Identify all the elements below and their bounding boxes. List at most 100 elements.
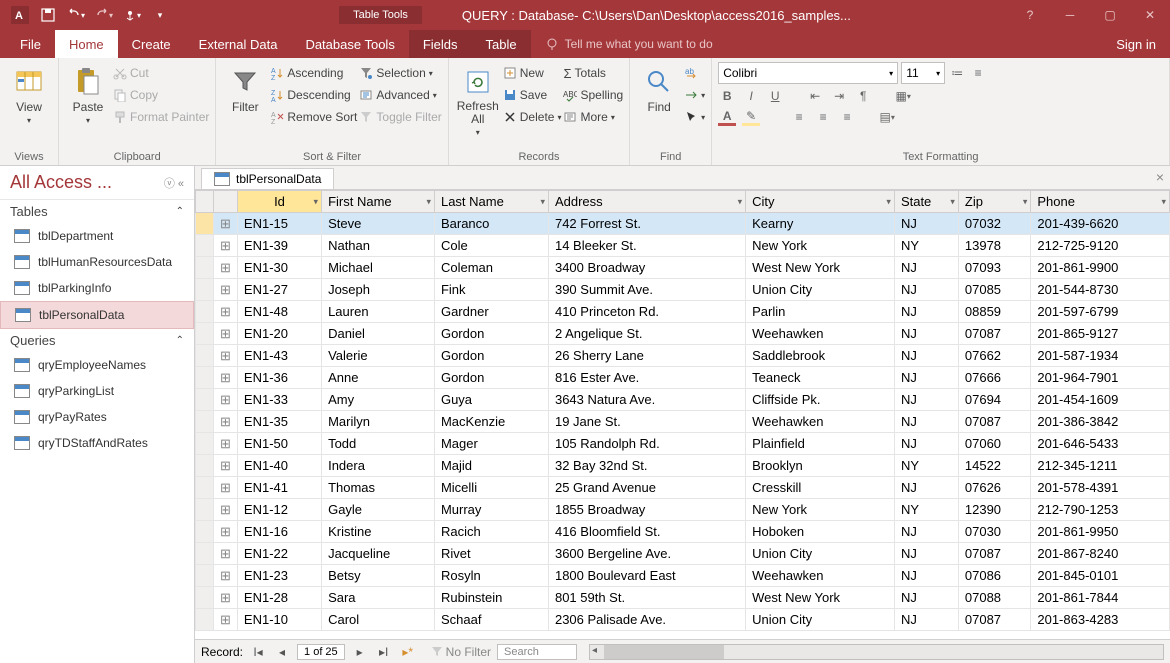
selection-button[interactable]: Selection ▾	[359, 62, 441, 84]
cell[interactable]: Majid	[434, 455, 548, 477]
column-header-id[interactable]: Id▾	[237, 191, 321, 213]
cell[interactable]: 26 Sherry Lane	[548, 345, 745, 367]
nav-pane-header[interactable]: All Access ... ⓥ «	[0, 166, 194, 200]
cell[interactable]: Valerie	[322, 345, 435, 367]
table-row[interactable]: ⊞EN1-36AnneGordon816 Ester Ave.TeaneckNJ…	[196, 367, 1170, 389]
cell[interactable]: NJ	[894, 565, 958, 587]
nav-table-tblparkinginfo[interactable]: tblParkingInfo	[0, 275, 194, 301]
cell[interactable]: 19 Jane St.	[548, 411, 745, 433]
cell[interactable]: EN1-15	[237, 213, 321, 235]
cell[interactable]: Fink	[434, 279, 548, 301]
cell[interactable]: Weehawken	[746, 323, 895, 345]
cell[interactable]: 07087	[958, 323, 1030, 345]
find-button[interactable]: Find	[636, 62, 682, 149]
save-icon[interactable]	[36, 3, 60, 27]
cell[interactable]: Teaneck	[746, 367, 895, 389]
cell[interactable]: Rubinstein	[434, 587, 548, 609]
cell[interactable]: NJ	[894, 301, 958, 323]
column-header-address[interactable]: Address▾	[548, 191, 745, 213]
cell[interactable]: New York	[746, 235, 895, 257]
cell[interactable]: 390 Summit Ave.	[548, 279, 745, 301]
font-selector[interactable]: Colibri▾	[718, 62, 898, 84]
italic-button[interactable]: I	[742, 87, 760, 105]
app-icon[interactable]: A	[8, 3, 32, 27]
cell[interactable]: 2 Angelique St.	[548, 323, 745, 345]
cell[interactable]: NJ	[894, 543, 958, 565]
cell[interactable]: Coleman	[434, 257, 548, 279]
tab-create[interactable]: Create	[118, 30, 185, 58]
cell[interactable]: EN1-43	[237, 345, 321, 367]
tab-table[interactable]: Table	[472, 30, 531, 58]
cell[interactable]: Steve	[322, 213, 435, 235]
font-color-button[interactable]: A	[718, 108, 736, 126]
no-filter-indicator[interactable]: No Filter	[431, 645, 491, 659]
new-record-nav-button[interactable]: ▸*	[399, 645, 417, 659]
touch-mode-icon[interactable]: ▾	[120, 3, 144, 27]
cell[interactable]: 201-386-3842	[1031, 411, 1170, 433]
toggle-filter-button[interactable]: Toggle Filter	[359, 106, 441, 128]
column-header-phone[interactable]: Phone▾	[1031, 191, 1170, 213]
cell[interactable]: 2306 Palisade Ave.	[548, 609, 745, 631]
cell[interactable]: EN1-35	[237, 411, 321, 433]
cell[interactable]: Marilyn	[322, 411, 435, 433]
cell[interactable]: NY	[894, 499, 958, 521]
nav-query-qryparkinglist[interactable]: qryParkingList	[0, 378, 194, 404]
cell[interactable]: 201-861-9950	[1031, 521, 1170, 543]
expand-row-button[interactable]: ⊞	[214, 257, 238, 279]
record-position[interactable]: 1 of 25	[297, 644, 345, 660]
cell[interactable]: 07032	[958, 213, 1030, 235]
format-painter-button[interactable]: Format Painter	[113, 106, 209, 128]
cell[interactable]: 32 Bay 32nd St.	[548, 455, 745, 477]
cell[interactable]: West New York	[746, 257, 895, 279]
cell[interactable]: 3600 Bergeline Ave.	[548, 543, 745, 565]
cell[interactable]: EN1-20	[237, 323, 321, 345]
cell[interactable]: Schaaf	[434, 609, 548, 631]
qat-customize-icon[interactable]: ▾	[148, 3, 172, 27]
cell[interactable]: 07666	[958, 367, 1030, 389]
table-row[interactable]: ⊞EN1-39NathanCole14 Bleeker St.New YorkN…	[196, 235, 1170, 257]
cell[interactable]: EN1-27	[237, 279, 321, 301]
row-selector[interactable]	[196, 411, 214, 433]
table-row[interactable]: ⊞EN1-48LaurenGardner410 Princeton Rd.Par…	[196, 301, 1170, 323]
redo-icon[interactable]: ▾	[92, 3, 116, 27]
cell[interactable]: Gordon	[434, 323, 548, 345]
cell[interactable]: 25 Grand Avenue	[548, 477, 745, 499]
align-center-button[interactable]: ≡	[814, 108, 832, 126]
table-row[interactable]: ⊞EN1-41ThomasMicelli25 Grand AvenueCress…	[196, 477, 1170, 499]
table-row[interactable]: ⊞EN1-16KristineRacich416 Bloomfield St.H…	[196, 521, 1170, 543]
cell[interactable]: West New York	[746, 587, 895, 609]
descending-button[interactable]: ZADescending	[270, 84, 357, 106]
cell[interactable]: 07085	[958, 279, 1030, 301]
cell[interactable]: EN1-23	[237, 565, 321, 587]
doc-tab-tblpersonaldata[interactable]: tblPersonalData	[201, 168, 334, 189]
tell-me-search[interactable]: Tell me what you want to do	[531, 30, 713, 58]
cell[interactable]: Gordon	[434, 367, 548, 389]
cell[interactable]: Union City	[746, 543, 895, 565]
cell[interactable]: 816 Ester Ave.	[548, 367, 745, 389]
cell[interactable]: Plainfield	[746, 433, 895, 455]
cell[interactable]: 3400 Broadway	[548, 257, 745, 279]
cell[interactable]: Lauren	[322, 301, 435, 323]
select-button[interactable]: ▾	[684, 106, 705, 128]
cell[interactable]: 07087	[958, 543, 1030, 565]
nav-table-tblhumanresourcesdata[interactable]: tblHumanResourcesData	[0, 249, 194, 275]
indent-increase-icon[interactable]: ⇥	[830, 87, 848, 105]
cell[interactable]: 07087	[958, 411, 1030, 433]
align-right-button[interactable]: ≡	[838, 108, 856, 126]
table-row[interactable]: ⊞EN1-28SaraRubinstein801 59th St.West Ne…	[196, 587, 1170, 609]
table-row[interactable]: ⊞EN1-12GayleMurray1855 BroadwayNew YorkN…	[196, 499, 1170, 521]
cell[interactable]: Cole	[434, 235, 548, 257]
table-row[interactable]: ⊞EN1-27JosephFink390 Summit Ave.Union Ci…	[196, 279, 1170, 301]
expand-row-button[interactable]: ⊞	[214, 499, 238, 521]
cell[interactable]: 1855 Broadway	[548, 499, 745, 521]
cell[interactable]: 201-454-1609	[1031, 389, 1170, 411]
expand-row-button[interactable]: ⊞	[214, 213, 238, 235]
save-record-button[interactable]: Save	[503, 84, 562, 106]
cell[interactable]: 201-587-1934	[1031, 345, 1170, 367]
cell[interactable]: Sara	[322, 587, 435, 609]
goto-button[interactable]: ▾	[684, 84, 705, 106]
first-record-button[interactable]: I◂	[249, 645, 267, 659]
tab-home[interactable]: Home	[55, 30, 118, 58]
queries-section-header[interactable]: Queries⌃	[0, 329, 194, 352]
tab-external-data[interactable]: External Data	[185, 30, 292, 58]
